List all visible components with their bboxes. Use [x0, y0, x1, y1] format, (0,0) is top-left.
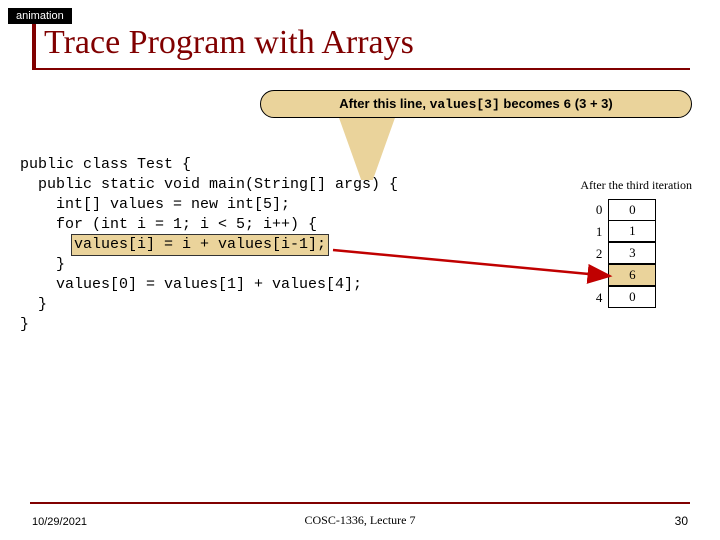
diagram-cell: 6: [608, 264, 656, 286]
diagram-cell: 0: [608, 199, 656, 221]
diagram-row: 36: [580, 265, 692, 287]
diagram-index: 2: [580, 243, 608, 265]
code-line: }: [20, 316, 29, 333]
diagram-cell: 0: [608, 286, 656, 308]
code-block: public class Test { public static void m…: [20, 155, 398, 335]
code-line: values[0] = values[1] + values[4];: [20, 276, 362, 293]
code-line: }: [20, 296, 47, 313]
array-diagram: After the third iteration 0011233640: [580, 178, 692, 309]
highlighted-line: values[i] = i + values[i-1];: [71, 234, 329, 256]
code-line: public static void main(String[] args) {: [20, 176, 398, 193]
diagram-index: 4: [580, 287, 608, 309]
diagram-cell: 3: [608, 242, 656, 264]
diagram-title: After the third iteration: [580, 178, 692, 193]
footer-rule: [30, 502, 690, 504]
footer-center: COSC-1336, Lecture 7: [305, 513, 416, 528]
code-line: }: [20, 256, 65, 273]
footer-date: 10/29/2021: [32, 516, 87, 528]
callout-suf: (3 + 3): [571, 96, 613, 111]
callout-bubble: After this line, values[3] becomes 6 (3 …: [260, 90, 692, 118]
code-line: int[] values = new int[5];: [20, 196, 290, 213]
diagram-index: 1: [580, 221, 608, 243]
diagram-cell: 1: [608, 220, 656, 242]
callout-mid: becomes: [500, 96, 564, 111]
diagram-index: 0: [580, 199, 608, 221]
page-title: Trace Program with Arrays: [32, 20, 690, 68]
callout-pre: After this line,: [339, 96, 429, 111]
diagram-row: 40: [580, 287, 692, 309]
diagram-row: 11: [580, 221, 692, 243]
diagram-index: 3: [580, 265, 608, 287]
callout-code: values[3]: [430, 97, 500, 112]
code-line: for (int i = 1; i < 5; i++) {: [20, 216, 317, 233]
diagram-row: 00: [580, 199, 692, 221]
title-bar: Trace Program with Arrays: [32, 20, 690, 70]
footer-page: 30: [675, 514, 688, 528]
diagram-row: 23: [580, 243, 692, 265]
code-line: public class Test {: [20, 156, 191, 173]
